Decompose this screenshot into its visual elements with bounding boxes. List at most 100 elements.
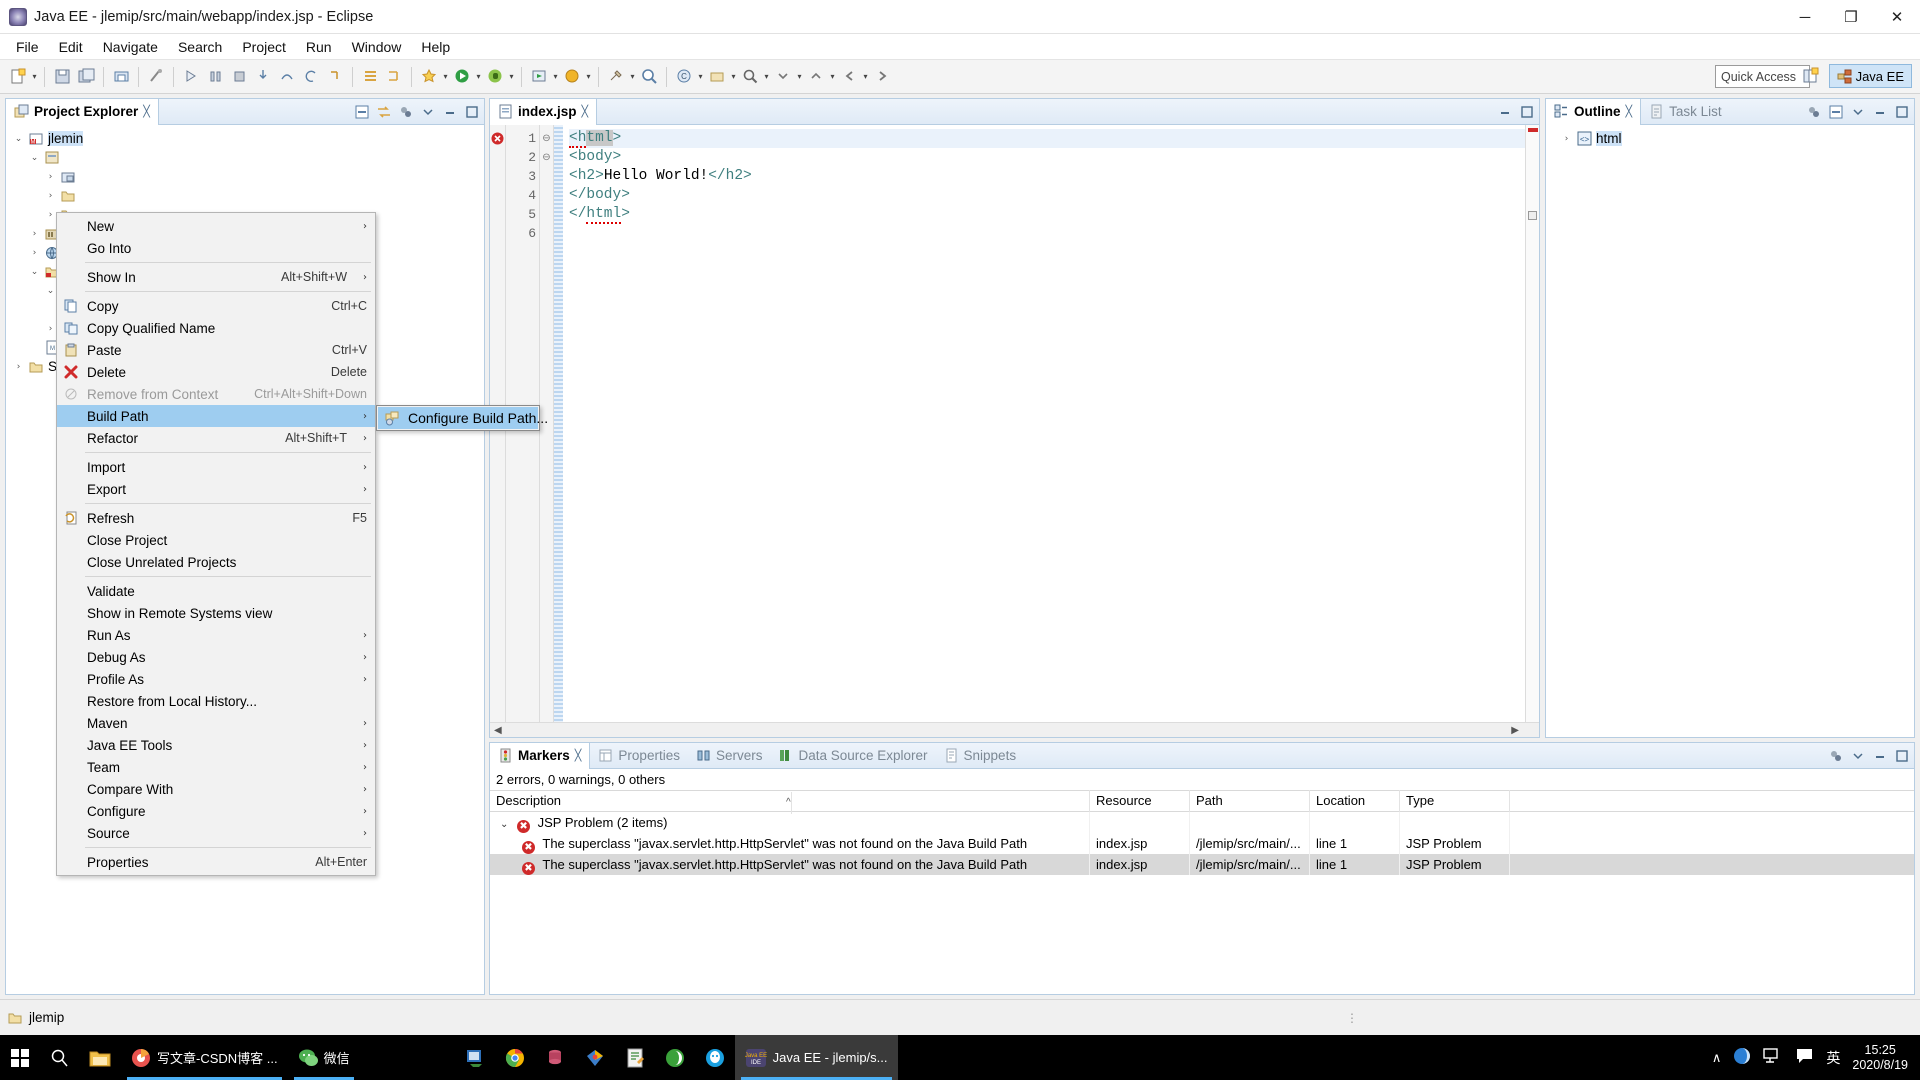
taskbar-item-eclipse[interactable]: Java EEIDE Java EE - jlemip/s... bbox=[735, 1035, 898, 1080]
step-into-icon[interactable] bbox=[252, 65, 274, 89]
back-icon[interactable] bbox=[838, 65, 860, 89]
menu-project[interactable]: Project bbox=[232, 36, 296, 58]
ime-indicator[interactable]: 英 bbox=[1826, 1048, 1840, 1068]
menu-item-debug-as[interactable]: Debug As› bbox=[57, 646, 375, 668]
taskbar-item-qq[interactable] bbox=[695, 1035, 735, 1080]
tree-row-deployment-descriptor[interactable]: ⌄ bbox=[12, 148, 484, 167]
taskbar-item-navicat[interactable] bbox=[575, 1035, 615, 1080]
fold-toggle-icon[interactable]: ⊖ bbox=[540, 129, 553, 148]
run-server-icon[interactable] bbox=[528, 65, 550, 89]
close-icon[interactable]: ╳ bbox=[143, 105, 150, 118]
debug-icon[interactable] bbox=[484, 65, 506, 89]
menu-item-show-in[interactable]: Show InAlt+Shift+W› bbox=[57, 266, 375, 288]
taskbar-item-database[interactable] bbox=[535, 1035, 575, 1080]
step-return-icon[interactable] bbox=[300, 65, 322, 89]
maximize-view-icon[interactable] bbox=[1894, 104, 1910, 120]
twisty-icon[interactable]: ⌄ bbox=[500, 819, 508, 830]
new-class-icon[interactable]: C bbox=[673, 65, 695, 89]
column-header-path[interactable]: Path bbox=[1190, 790, 1310, 812]
run-icon[interactable] bbox=[451, 65, 473, 89]
maximize-view-icon[interactable] bbox=[1894, 748, 1910, 764]
twisty-icon[interactable]: › bbox=[44, 172, 57, 182]
menu-file[interactable]: File bbox=[6, 36, 49, 58]
new-class-dropdown-icon[interactable]: ▾ bbox=[696, 66, 705, 88]
tab-project-explorer[interactable]: Project Explorer ╳ bbox=[6, 99, 159, 125]
code-line[interactable]: </body> bbox=[569, 186, 1525, 205]
minimize-view-icon[interactable] bbox=[1872, 104, 1888, 120]
clock[interactable]: 15:25 2020/8/19 bbox=[1852, 1043, 1908, 1073]
minimize-editor-icon[interactable] bbox=[1497, 104, 1513, 120]
perspective-java-ee[interactable]: Java EE bbox=[1829, 64, 1912, 88]
overview-error-mark[interactable] bbox=[1528, 128, 1538, 132]
taskbar-item-chrome[interactable] bbox=[495, 1035, 535, 1080]
maximize-button[interactable]: ❐ bbox=[1828, 0, 1874, 34]
tab-data-source-explorer[interactable]: Data Source Explorer bbox=[770, 743, 935, 769]
menu-item-profile-as[interactable]: Profile As› bbox=[57, 668, 375, 690]
back-dropdown-icon[interactable]: ▾ bbox=[861, 66, 870, 88]
column-header-resource[interactable]: Resource bbox=[1090, 790, 1190, 812]
tree-row-java-resources[interactable]: › bbox=[12, 167, 484, 186]
menu-item-run-as[interactable]: Run As› bbox=[57, 624, 375, 646]
editor-marker-bar[interactable] bbox=[490, 125, 506, 737]
menu-item-configure[interactable]: Configure› bbox=[57, 800, 375, 822]
menu-navigate[interactable]: Navigate bbox=[93, 36, 168, 58]
tray-chevron-icon[interactable]: ∧ bbox=[1712, 1050, 1722, 1066]
menu-item-validate[interactable]: Validate bbox=[57, 580, 375, 602]
open-type-icon[interactable] bbox=[638, 65, 660, 89]
tab-snippets[interactable]: Snippets bbox=[936, 743, 1025, 769]
display-icon[interactable] bbox=[1763, 1047, 1783, 1068]
close-button[interactable]: ✕ bbox=[1874, 0, 1920, 34]
menu-item-source[interactable]: Source› bbox=[57, 822, 375, 844]
twisty-icon[interactable]: › bbox=[44, 191, 57, 201]
view-menu-icon[interactable] bbox=[1806, 104, 1822, 120]
new-package-icon[interactable] bbox=[706, 65, 728, 89]
twisty-icon[interactable]: › bbox=[28, 229, 41, 239]
scroll-right-icon[interactable]: ▶ bbox=[1511, 725, 1539, 736]
minimize-view-icon[interactable] bbox=[1872, 748, 1888, 764]
step-over-icon[interactable] bbox=[276, 65, 298, 89]
tree-row-folder-1[interactable]: › bbox=[12, 186, 484, 205]
new-icon[interactable] bbox=[7, 65, 29, 89]
menu-item-restore-from-local-history[interactable]: Restore from Local History... bbox=[57, 690, 375, 712]
forward-icon[interactable] bbox=[871, 65, 893, 89]
new-dropdown-icon[interactable]: ▾ bbox=[30, 66, 39, 88]
outline-row-html[interactable]: › <> html bbox=[1552, 129, 1914, 148]
collapse-all-icon[interactable] bbox=[354, 104, 370, 120]
view-menu-icon[interactable] bbox=[1828, 748, 1844, 764]
menu-run[interactable]: Run bbox=[296, 36, 342, 58]
tab-markers[interactable]: Markers ╳ bbox=[490, 743, 590, 769]
tab-properties[interactable]: Properties bbox=[590, 743, 688, 769]
debug-step-icon[interactable] bbox=[180, 65, 202, 89]
taskbar-item-editor[interactable] bbox=[615, 1035, 655, 1080]
twisty-icon[interactable]: › bbox=[12, 362, 25, 372]
prev-annotation-dropdown-icon[interactable]: ▾ bbox=[828, 66, 837, 88]
resume-icon[interactable] bbox=[324, 65, 346, 89]
list-icon[interactable] bbox=[359, 65, 381, 89]
table-row[interactable]: ✖ The superclass "javax.servlet.http.Htt… bbox=[490, 854, 1914, 875]
quick-access-input[interactable]: Quick Access bbox=[1715, 65, 1810, 88]
menu-window[interactable]: Window bbox=[342, 36, 412, 58]
twisty-icon[interactable]: › bbox=[28, 248, 41, 258]
network-icon[interactable] bbox=[1733, 1047, 1751, 1068]
fold-toggle-icon[interactable]: ⊖ bbox=[540, 148, 553, 167]
menu-item-properties[interactable]: PropertiesAlt+Enter bbox=[57, 851, 375, 873]
taskbar-item-file-explorer[interactable] bbox=[79, 1035, 121, 1080]
notification-icon[interactable] bbox=[1795, 1047, 1814, 1068]
editor-folding-bar[interactable]: ⊖ ⊖ bbox=[540, 125, 554, 737]
markers-group-row[interactable]: ⌄ ✖ JSP Problem (2 items) bbox=[490, 812, 1914, 833]
view-menu-chevron-icon[interactable] bbox=[1850, 104, 1866, 120]
taskbar-item-csdn[interactable]: 写文章-CSDN博客 ... bbox=[121, 1035, 288, 1080]
save-icon[interactable] bbox=[51, 65, 73, 89]
menu-item-build-path[interactable]: Build Path› bbox=[57, 405, 375, 427]
print-icon[interactable] bbox=[110, 65, 132, 89]
stop-icon[interactable] bbox=[228, 65, 250, 89]
open-perspective-icon[interactable] bbox=[1800, 64, 1824, 88]
menu-item-copy-qualified-name[interactable]: Copy Qualified Name bbox=[57, 317, 375, 339]
debug-dropdown-icon[interactable]: ▾ bbox=[507, 66, 516, 88]
new-package-dropdown-icon[interactable]: ▾ bbox=[729, 66, 738, 88]
new-wizard-icon[interactable] bbox=[418, 65, 440, 89]
menu-item-configure-build-path[interactable]: Configure Build Path... bbox=[378, 407, 538, 429]
windows-start-icon[interactable] bbox=[0, 1035, 40, 1080]
code-line[interactable]: <body> bbox=[569, 148, 1525, 167]
taskbar-item-vmware[interactable] bbox=[455, 1035, 495, 1080]
